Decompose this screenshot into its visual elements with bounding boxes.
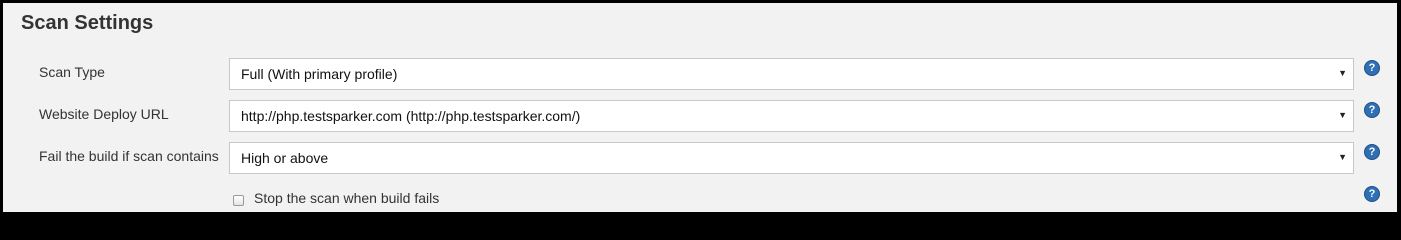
fail-build-severity-value: High or above <box>241 150 329 166</box>
scan-type-select[interactable]: Full (With primary profile) ▼ <box>229 58 1354 90</box>
chevron-down-icon: ▼ <box>1338 110 1347 120</box>
fail-build-label: Fail the build if scan contains <box>39 148 219 164</box>
scan-settings-panel: Scan Settings Scan Type Full (With prima… <box>3 3 1397 212</box>
chevron-down-icon: ▼ <box>1338 152 1347 162</box>
stop-scan-checkbox-label: Stop the scan when build fails <box>254 190 440 206</box>
fail-build-row: Fail the build if scan contains High or … <box>3 142 1397 174</box>
website-deploy-url-row: Website Deploy URL http://php.testsparke… <box>3 100 1397 132</box>
section-title: Scan Settings <box>21 12 154 34</box>
help-icon[interactable]: ? <box>1364 60 1380 76</box>
chevron-down-icon: ▼ <box>1338 68 1347 78</box>
scan-type-row: Scan Type Full (With primary profile) ▼ … <box>3 58 1397 90</box>
help-icon[interactable]: ? <box>1364 186 1380 202</box>
website-deploy-url-select[interactable]: http://php.testsparker.com (http://php.t… <box>229 100 1354 132</box>
website-deploy-url-label: Website Deploy URL <box>39 106 169 122</box>
scan-type-value: Full (With primary profile) <box>241 66 398 82</box>
help-icon[interactable]: ? <box>1364 144 1380 160</box>
website-deploy-url-value: http://php.testsparker.com (http://php.t… <box>241 108 581 124</box>
fail-build-severity-select[interactable]: High or above ▼ <box>229 142 1354 174</box>
help-icon[interactable]: ? <box>1364 102 1380 118</box>
stop-scan-checkbox[interactable] <box>233 195 244 206</box>
scan-type-label: Scan Type <box>39 64 105 80</box>
